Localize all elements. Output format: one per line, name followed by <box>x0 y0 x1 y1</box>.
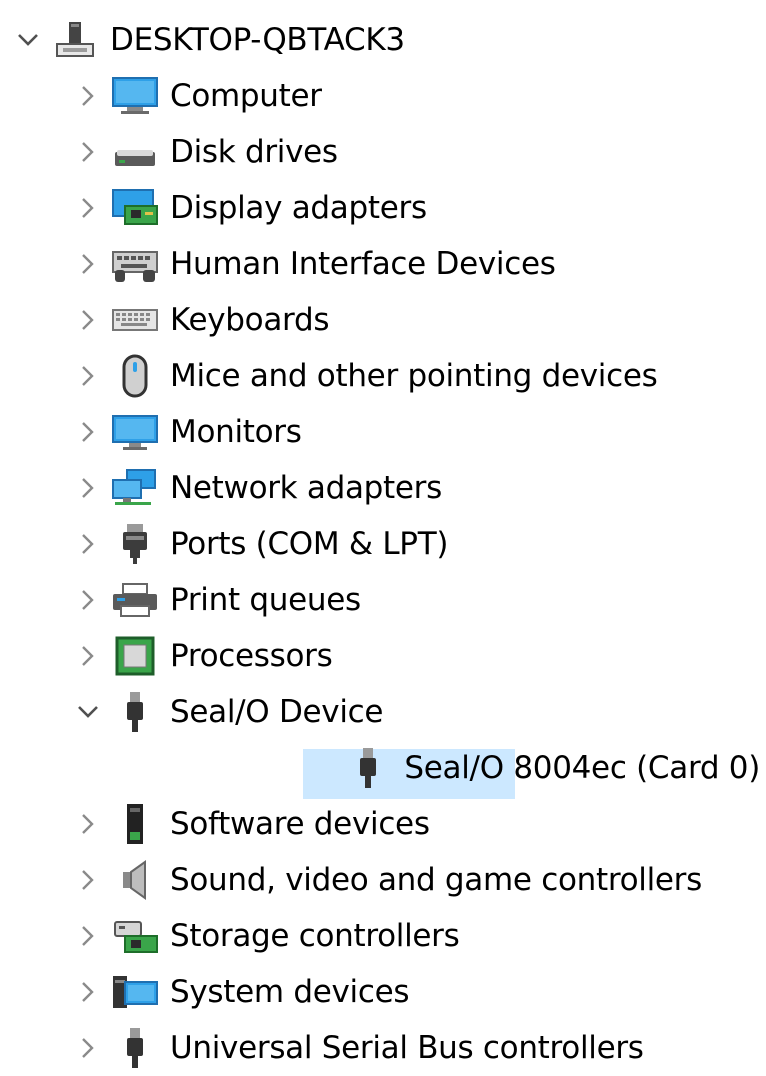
keyboard-icon <box>108 297 162 343</box>
chevron-down-icon[interactable] <box>8 20 48 60</box>
category-sealo-device[interactable]: Seal/O Device <box>0 684 766 740</box>
category-label: Keyboards <box>170 302 330 338</box>
tree-root-label: DESKTOP-QBTACK3 <box>110 22 405 58</box>
chevron-down-icon[interactable] <box>68 692 108 732</box>
category-label: Mice and other pointing devices <box>170 358 658 394</box>
usb-plug-icon <box>108 689 162 735</box>
device-sealo-8004ec[interactable]: Seal/O 8004ec (Card 0) <box>0 740 766 799</box>
processor-icon <box>108 633 162 679</box>
chevron-right-icon[interactable] <box>68 916 108 956</box>
chevron-right-icon[interactable] <box>68 76 108 116</box>
category-label: Computer <box>170 78 322 114</box>
chevron-right-icon[interactable] <box>68 524 108 564</box>
category-label: Print queues <box>170 582 361 618</box>
chevron-right-icon[interactable] <box>68 580 108 620</box>
tree-root[interactable]: DESKTOP-QBTACK3 <box>0 12 766 68</box>
category-processors[interactable]: Processors <box>0 628 766 684</box>
network-adapter-icon <box>108 465 162 511</box>
computer-icon <box>108 73 162 119</box>
category-monitors[interactable]: Monitors <box>0 404 766 460</box>
hid-icon <box>108 241 162 287</box>
storage-controller-icon <box>108 913 162 959</box>
chevron-right-icon[interactable] <box>68 636 108 676</box>
chevron-right-icon[interactable] <box>68 1028 108 1068</box>
chevron-right-icon[interactable] <box>68 468 108 508</box>
category-display-adapters[interactable]: Display adapters <box>0 180 766 236</box>
category-human-interface-devices[interactable]: Human Interface Devices <box>0 236 766 292</box>
category-print-queues[interactable]: Print queues <box>0 572 766 628</box>
category-keyboards[interactable]: Keyboards <box>0 292 766 348</box>
category-label: Network adapters <box>170 470 442 506</box>
category-disk-drives[interactable]: Disk drives <box>0 124 766 180</box>
port-icon <box>108 521 162 567</box>
category-label: Universal Serial Bus controllers <box>170 1030 644 1066</box>
system-devices-icon <box>108 969 162 1015</box>
category-usb-controllers[interactable]: Universal Serial Bus controllers <box>0 1020 766 1076</box>
chevron-right-icon[interactable] <box>68 972 108 1012</box>
category-network-adapters[interactable]: Network adapters <box>0 460 766 516</box>
chevron-right-icon[interactable] <box>68 300 108 340</box>
chevron-right-icon[interactable] <box>68 244 108 284</box>
chevron-right-icon[interactable] <box>68 132 108 172</box>
category-label: Ports (COM & LPT) <box>170 526 449 562</box>
chevron-right-icon[interactable] <box>68 860 108 900</box>
usb-plug-icon <box>340 745 396 791</box>
device-tree: DESKTOP-QBTACK3 Computer Disk drives Dis… <box>0 12 766 1076</box>
category-label: Processors <box>170 638 333 674</box>
speaker-icon <box>108 857 162 903</box>
chevron-right-icon[interactable] <box>68 188 108 228</box>
printer-icon <box>108 577 162 623</box>
category-software-devices[interactable]: Software devices <box>0 796 766 852</box>
category-computer[interactable]: Computer <box>0 68 766 124</box>
software-device-icon <box>108 801 162 847</box>
category-label: Storage controllers <box>170 918 460 954</box>
device-label: Seal/O 8004ec (Card 0) <box>404 750 760 786</box>
category-label: System devices <box>170 974 410 1010</box>
category-sound-video-game[interactable]: Sound, video and game controllers <box>0 852 766 908</box>
chevron-right-icon[interactable] <box>68 356 108 396</box>
category-label: Seal/O Device <box>170 694 384 730</box>
display-adapter-icon <box>108 185 162 231</box>
category-label: Sound, video and game controllers <box>170 862 702 898</box>
category-label: Monitors <box>170 414 302 450</box>
disk-drive-icon <box>108 129 162 175</box>
category-label: Disk drives <box>170 134 338 170</box>
chevron-right-icon[interactable] <box>68 804 108 844</box>
category-storage-controllers[interactable]: Storage controllers <box>0 908 766 964</box>
monitor-icon <box>108 409 162 455</box>
chevron-right-icon[interactable] <box>68 412 108 452</box>
category-ports[interactable]: Ports (COM & LPT) <box>0 516 766 572</box>
computer-tower-icon <box>48 17 102 63</box>
usb-plug-icon <box>108 1025 162 1071</box>
category-label: Display adapters <box>170 190 427 226</box>
category-mice[interactable]: Mice and other pointing devices <box>0 348 766 404</box>
category-label: Human Interface Devices <box>170 246 556 282</box>
category-label: Software devices <box>170 806 430 842</box>
mouse-icon <box>108 353 162 399</box>
category-system-devices[interactable]: System devices <box>0 964 766 1020</box>
